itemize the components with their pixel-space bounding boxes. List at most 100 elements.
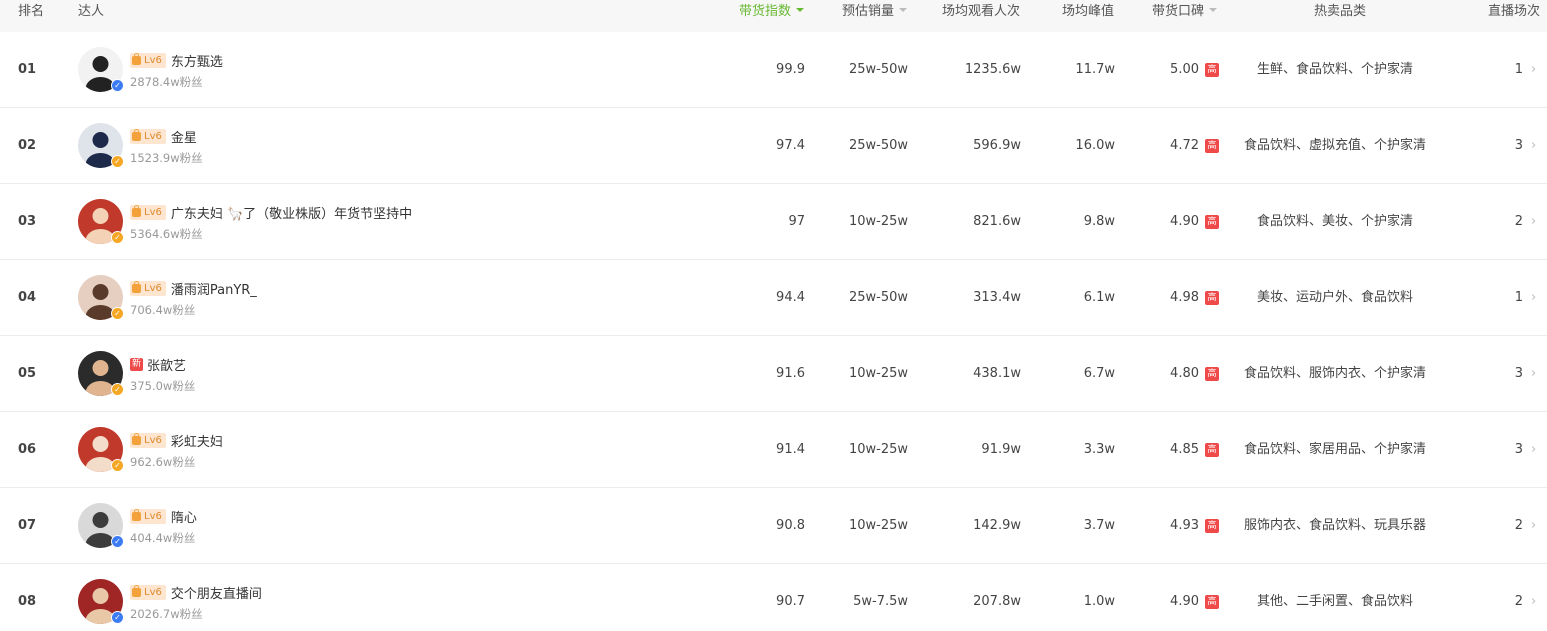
reputation-cell: 4.90 高 — [1120, 564, 1219, 631]
sort-caret-icon — [899, 7, 908, 12]
sales-index-value: 97 — [788, 214, 805, 229]
level-badge: Lv6 — [130, 508, 166, 524]
creator-name[interactable]: 彩虹夫妇 — [171, 431, 223, 450]
est-sales-value: 10w-25w — [848, 518, 908, 533]
chevron-right-icon[interactable]: › — [1531, 336, 1536, 412]
verified-icon: ✓ — [111, 383, 124, 396]
reputation-cell: 4.80 高 — [1120, 336, 1219, 412]
fans-count: 962.6w粉丝 — [130, 455, 196, 469]
rank-number: 06 — [18, 442, 37, 457]
reputation-wrap: 4.90 高 — [1120, 184, 1219, 260]
lock-icon — [132, 584, 141, 597]
chevron-right-icon[interactable]: › — [1531, 412, 1536, 488]
sort-sales-index[interactable]: 带货指数 — [739, 0, 805, 32]
avg-viewers-value: 1235.6w — [964, 62, 1021, 77]
reputation-wrap: 4.80 高 — [1120, 336, 1219, 412]
creator-avatar[interactable]: ✓ — [78, 123, 124, 169]
lock-icon — [132, 432, 141, 445]
chevron-right-icon[interactable]: › — [1531, 564, 1536, 631]
verified-icon: ✓ — [111, 79, 124, 92]
level-label: Lv6 — [144, 434, 162, 446]
chevron-right-icon[interactable]: › — [1531, 108, 1536, 184]
fans-count: 1523.9w粉丝 — [130, 151, 203, 165]
creator-name[interactable]: 隋心 — [171, 507, 197, 526]
table-row[interactable]: 04 ✓ Lv6 潘雨润PanYR_ 706.4w粉丝 94.4 25w-50w… — [0, 260, 1547, 336]
avg-viewers-value: 91.9w — [981, 442, 1021, 457]
creator-avatar[interactable]: ✓ — [78, 47, 124, 93]
live-sessions-value: 1 — [1514, 290, 1523, 305]
live-sessions-value: 3 — [1514, 366, 1523, 381]
reputation-wrap: 4.93 高 — [1120, 488, 1219, 564]
creator-name[interactable]: 交个朋友直播间 — [171, 583, 262, 602]
creator-avatar[interactable]: ✓ — [78, 579, 124, 625]
sales-index-value: 94.4 — [776, 290, 805, 305]
reputation-score: 4.72 — [1170, 138, 1199, 153]
chevron-right-icon[interactable]: › — [1531, 32, 1536, 108]
sales-index-value: 90.7 — [776, 594, 805, 609]
creator-avatar[interactable]: ✓ — [78, 275, 124, 321]
level-badge: Lv6 — [130, 280, 166, 296]
hot-categories-value: 美妆、运动户外、食品饮料 — [1256, 290, 1413, 305]
creator-avatar[interactable]: ✓ — [78, 503, 124, 549]
reputation-score: 4.90 — [1170, 214, 1199, 229]
creator-avatar[interactable]: ✓ — [78, 199, 124, 245]
creator-avatar[interactable]: ✓ — [78, 427, 124, 473]
table-row[interactable]: 05 ✓ 新 张歆艺 375.0w粉丝 91.6 10w-25w 438.1w … — [0, 336, 1547, 412]
rank-number: 05 — [18, 366, 37, 381]
creator-name[interactable]: 广东夫妇 🦙了（敬业株版）年货节坚持中 — [171, 203, 412, 222]
live-sessions-value: 3 — [1514, 138, 1523, 153]
header-live-sessions: 直播场次 — [1488, 4, 1541, 19]
table-row[interactable]: 02 ✓ Lv6 金星 1523.9w粉丝 97.4 25w-50w 596.9… — [0, 108, 1547, 184]
rank-number: 04 — [18, 290, 37, 305]
header-reputation-label: 带货口碑 — [1152, 4, 1205, 19]
reputation-wrap: 4.72 高 — [1120, 108, 1219, 184]
verified-icon: ✓ — [111, 307, 124, 320]
creator-avatar[interactable]: ✓ — [78, 351, 124, 397]
avg-peak-value: 3.7w — [1083, 518, 1115, 533]
sales-index-value: 91.6 — [776, 366, 805, 381]
sort-reputation[interactable]: 带货口碑 — [1152, 0, 1218, 32]
lock-icon — [132, 508, 141, 521]
est-sales-value: 10w-25w — [848, 442, 908, 457]
reputation-wrap: 5.00 高 — [1120, 32, 1219, 108]
avg-viewers-value: 207.8w — [973, 594, 1021, 609]
creator-name[interactable]: 张歆艺 — [147, 355, 186, 374]
sort-est-sales[interactable]: 预估销量 — [842, 0, 908, 32]
table-row[interactable]: 03 ✓ Lv6 广东夫妇 🦙了（敬业株版）年货节坚持中 5364.6w粉丝 9… — [0, 184, 1547, 260]
creator-name-line: Lv6 隋心 — [130, 506, 197, 526]
creator-name-line: Lv6 东方甄选 — [130, 50, 223, 70]
avg-peak-value: 11.7w — [1075, 62, 1115, 77]
chevron-right-icon[interactable]: › — [1531, 184, 1536, 260]
est-sales-value: 25w-50w — [848, 62, 908, 77]
table-row[interactable]: 06 ✓ Lv6 彩虹夫妇 962.6w粉丝 91.4 10w-25w 91.9… — [0, 412, 1547, 488]
chevron-right-icon[interactable]: › — [1531, 488, 1536, 564]
creator-name-line: Lv6 潘雨润PanYR_ — [130, 278, 257, 298]
chevron-right-icon[interactable]: › — [1531, 260, 1536, 336]
hot-categories-value: 食品饮料、虚拟充值、个护家清 — [1243, 138, 1426, 153]
fans-count: 706.4w粉丝 — [130, 303, 196, 317]
hot-categories-value: 食品饮料、美妆、个护家清 — [1256, 214, 1413, 229]
creator-name-line: Lv6 广东夫妇 🦙了（敬业株版）年货节坚持中 — [130, 202, 412, 222]
creator-name[interactable]: 东方甄选 — [171, 51, 223, 70]
creator-name[interactable]: 金星 — [171, 127, 197, 146]
creator-name-line: Lv6 金星 — [130, 126, 197, 146]
reputation-wrap: 4.98 高 — [1120, 260, 1219, 336]
creator-name[interactable]: 潘雨润PanYR_ — [171, 279, 257, 298]
table-row[interactable]: 07 ✓ Lv6 隋心 404.4w粉丝 90.8 10w-25w 142.9w… — [0, 488, 1547, 564]
sort-caret-icon — [1209, 7, 1218, 12]
hot-categories-value: 其他、二手闲置、食品饮料 — [1256, 594, 1413, 609]
rank-number: 02 — [18, 138, 37, 153]
creator-name-line: 新 张歆艺 — [130, 354, 186, 374]
level-label: Lv6 — [144, 54, 162, 66]
avg-viewers-value: 438.1w — [973, 366, 1021, 381]
table-row[interactable]: 08 ✓ Lv6 交个朋友直播间 2026.7w粉丝 90.7 5w-7.5w … — [0, 564, 1547, 631]
table-row[interactable]: 01 ✓ Lv6 东方甄选 2878.4w粉丝 99.9 25w-50w 123… — [0, 32, 1547, 108]
hot-categories-value: 服饰内衣、食品饮料、玩具乐器 — [1243, 518, 1426, 533]
avg-viewers-value: 313.4w — [973, 290, 1021, 305]
level-badge: Lv6 — [130, 128, 166, 144]
header-avg-peak: 场均峰值 — [1062, 4, 1115, 19]
live-sessions-value: 2 — [1514, 594, 1523, 609]
sales-index-value: 99.9 — [776, 62, 805, 77]
verified-icon: ✓ — [111, 611, 124, 624]
rank-number: 08 — [18, 594, 37, 609]
